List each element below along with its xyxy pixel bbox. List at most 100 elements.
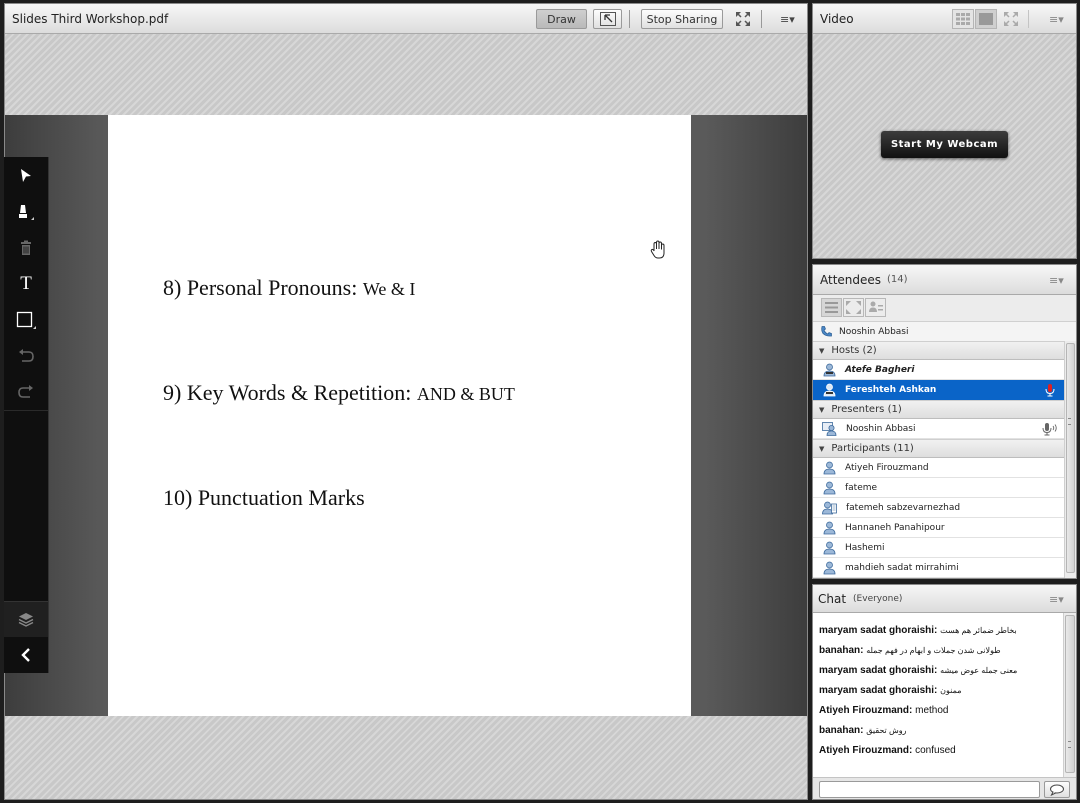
collapse-toolbar-button[interactable] (4, 637, 48, 673)
chat-sender: banahan: (819, 725, 864, 736)
host-user-icon (823, 363, 836, 376)
drawing-toolbar: T (4, 157, 49, 673)
video-pod-menu-icon[interactable]: ≡▾ (1049, 13, 1064, 26)
chat-pod-menu-icon[interactable]: ≡▾ (1049, 593, 1064, 606)
video-titlebar-separator (1028, 10, 1029, 28)
titlebar-separator (629, 10, 630, 28)
chat-message: maryam sadat ghoraishi: معنی جمله عوض می… (819, 665, 1017, 676)
chat-message: Atiyeh Firouzmand: method (819, 705, 948, 716)
chat-message: banahan: روش تحقیق (819, 725, 906, 736)
slide-line-1: 8) Personal Pronouns: We & I (163, 275, 415, 301)
slide-line-2: 9) Key Words & Repetition: AND & BUT (163, 380, 515, 406)
group-header-participants[interactable]: ▼ Participants (11) (813, 439, 1064, 458)
attendee-row[interactable]: Nooshin Abbasi (813, 419, 1064, 439)
speech-bubble-icon (1050, 784, 1064, 796)
draw-button-label: Draw (547, 12, 576, 26)
start-webcam-label: Start My Webcam (890, 139, 999, 150)
start-webcam-button[interactable]: Start My Webcam (881, 131, 1008, 158)
chat-text: روش تحقیق (866, 726, 907, 735)
chat-text: طولانی شدن جملات و ابهام در فهم جمله (866, 646, 1001, 655)
chat-pod-title: Chat (818, 591, 847, 606)
attendees-pod-menu-icon[interactable]: ≡▾ (1049, 274, 1064, 287)
slide-line-3: 10) Punctuation Marks (163, 485, 365, 511)
cursor-pointer-icon (599, 12, 616, 26)
attendee-row[interactable]: fatemeh sabzevarnezhad (813, 498, 1064, 518)
attendee-row-selected[interactable]: Fereshteh Ashkan (813, 380, 1064, 400)
group-header-hosts[interactable]: ▼ Hosts (2) (813, 341, 1064, 360)
chat-text: method (915, 705, 949, 716)
presenter-user-icon (822, 421, 837, 436)
microphone-icon (1045, 383, 1055, 396)
video-pod-title: Video (820, 11, 854, 26)
user-status-view-icon[interactable] (865, 298, 886, 317)
attendee-row[interactable]: mahdieh sadat mirrahimi (813, 558, 1064, 578)
chat-sender: banahan: (819, 645, 864, 656)
draw-button[interactable]: Draw (536, 9, 587, 29)
send-message-button[interactable] (1044, 781, 1070, 798)
undo-icon (19, 349, 34, 362)
fullscreen-view-icon[interactable] (843, 298, 864, 317)
chat-text: معنی جمله عوض میشه (940, 666, 1018, 675)
chat-sender: maryam sadat ghoraishi: (819, 625, 938, 636)
highlighter-tool[interactable] (4, 194, 48, 230)
slide-page: 8) Personal Pronouns: We & I 9) Key Word… (108, 115, 691, 716)
single-layout-icon[interactable] (975, 9, 997, 29)
attendee-row[interactable]: Hashemi (813, 538, 1064, 558)
attendees-count: (14) (887, 274, 908, 285)
phone-user-row[interactable]: Nooshin Abbasi (813, 321, 1076, 341)
chat-scrollbar[interactable] (1063, 613, 1076, 777)
chat-text: confused (915, 745, 956, 756)
delete-tool[interactable] (4, 230, 48, 266)
undo-tool[interactable] (4, 338, 48, 374)
scrollbar-grip-icon (1068, 741, 1071, 748)
chat-message: maryam sadat ghoraishi: بخاطر ضمائر هم ه… (819, 625, 1017, 636)
pointer-tool[interactable] (4, 158, 48, 194)
chat-input-bar (813, 777, 1076, 799)
titlebar-separator-2 (761, 10, 762, 28)
delete-tool-icon (21, 240, 31, 255)
video-pod: Video ≡▾ Start My Webcam (812, 3, 1077, 259)
pointer-toggle-button[interactable] (593, 9, 622, 29)
attendee-row[interactable]: fateme (813, 478, 1064, 498)
list-view-icon[interactable] (821, 298, 842, 317)
attendee-scrollbar[interactable] (1064, 341, 1076, 578)
share-pod-menu-icon[interactable]: ≡▾ (780, 13, 795, 26)
chat-text: بخاطر ضمائر هم هست (940, 626, 1017, 635)
hand-cursor-icon (650, 240, 665, 259)
attendee-name: mahdieh sadat mirrahimi (845, 562, 959, 573)
fullscreen-icon[interactable] (735, 11, 751, 27)
collapse-arrow-icon: ▼ (819, 444, 825, 453)
attendee-row[interactable]: Atiyeh Firouzmand (813, 458, 1064, 478)
chat-input[interactable] (819, 781, 1040, 798)
chat-message: maryam sadat ghoraishi: ممنون (819, 685, 962, 696)
attendee-name: Hashemi (845, 542, 885, 553)
group-label: Presenters (1) (831, 404, 902, 415)
attendee-row[interactable]: Atefe Bagheri (813, 360, 1064, 380)
chat-sender: maryam sadat ghoraishi: (819, 665, 938, 676)
chat-message: Atiyeh Firouzmand: confused (819, 745, 956, 756)
slide-line-1-main: 8) Personal Pronouns: (163, 275, 358, 300)
layers-tool[interactable] (4, 601, 48, 637)
scrollbar-thumb[interactable] (1065, 615, 1075, 773)
participant-user-icon (823, 461, 836, 474)
group-label: Hosts (2) (831, 345, 877, 356)
highlighter-tool-icon (19, 205, 34, 220)
chat-sender: Atiyeh Firouzmand: (819, 705, 913, 716)
text-tool[interactable]: T (4, 266, 48, 302)
video-fullscreen-icon[interactable] (1003, 11, 1019, 27)
redo-tool[interactable] (4, 374, 48, 410)
grid-layout-icon[interactable] (952, 9, 974, 29)
attendee-name: fatemeh sabzevarnezhad (846, 502, 961, 513)
phone-icon (821, 326, 832, 337)
group-header-presenters[interactable]: ▼ Presenters (1) (813, 400, 1064, 419)
attendee-row[interactable]: Hannaneh Panahipour (813, 518, 1064, 538)
attendee-name: Hannaneh Panahipour (845, 522, 945, 533)
shape-tool-icon (16, 311, 36, 329)
chat-scope: (Everyone) (853, 593, 903, 604)
shape-tool[interactable] (4, 302, 48, 338)
chat-message: banahan: طولانی شدن جملات و ابهام در فهم… (819, 645, 1001, 656)
phone-user-name: Nooshin Abbasi (839, 326, 909, 337)
participant-user-icon (823, 521, 836, 534)
stop-sharing-button[interactable]: Stop Sharing (641, 9, 723, 29)
scrollbar-thumb[interactable] (1066, 343, 1075, 573)
